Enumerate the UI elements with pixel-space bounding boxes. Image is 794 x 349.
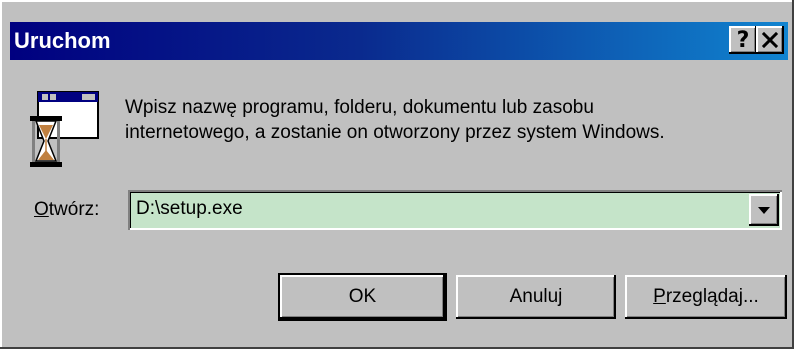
title-bar[interactable]: Uruchom ?: [10, 22, 788, 60]
dropdown-button[interactable]: [749, 194, 779, 226]
ok-button[interactable]: OK: [280, 275, 445, 319]
chevron-down-icon: [758, 207, 770, 214]
open-label-text: twórz:: [48, 199, 100, 220]
open-label-mnemonic: O: [34, 199, 49, 220]
description-line-1: Wpisz nazwę programu, folderu, dokumentu…: [125, 97, 594, 118]
description-text: Wpisz nazwę programu, folderu, dokumentu…: [125, 95, 665, 145]
window-title: Uruchom: [14, 28, 111, 53]
open-label: Otwórz:: [34, 198, 99, 222]
open-input[interactable]: D:\setup.exe: [136, 197, 243, 221]
browse-button[interactable]: Przeglądaj...: [625, 275, 787, 319]
close-icon: [762, 32, 778, 48]
open-combobox[interactable]: D:\setup.exe: [128, 190, 782, 230]
description-line-2: internetowego, a zostanie on otworzony p…: [125, 122, 665, 143]
close-button[interactable]: [756, 26, 784, 54]
run-program-icon: [30, 91, 99, 167]
run-dialog: Uruchom ? Wpisz nazwę programu, folderu,…: [0, 0, 794, 349]
browse-label: rzeglądaj...: [665, 286, 759, 307]
browse-mnemonic: P: [653, 286, 666, 307]
help-button[interactable]: ?: [729, 26, 757, 54]
cancel-button[interactable]: Anuluj: [456, 275, 616, 319]
